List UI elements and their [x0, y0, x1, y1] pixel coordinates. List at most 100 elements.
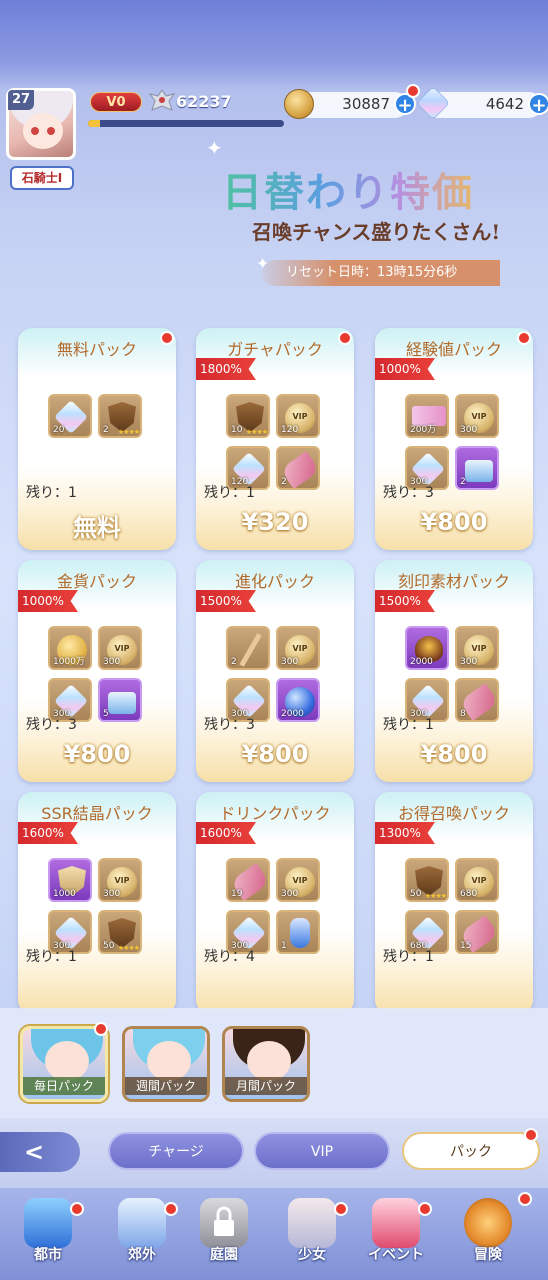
item-quantity: 300	[281, 889, 299, 899]
notification-dot	[518, 1192, 532, 1206]
discount-badge: 1000%	[18, 590, 78, 612]
exp-bar	[88, 120, 284, 127]
item-quantity: 680	[460, 889, 478, 899]
pack-card[interactable]: 進化パック 1500% 2 VIP 300 300 2000 残り：3 ¥800	[196, 560, 354, 782]
reward-item[interactable]: 1000万	[48, 626, 92, 670]
reward-item[interactable]: 10 ★★★★	[226, 394, 270, 438]
subtab-weekly-pack[interactable]: 週間パック	[122, 1026, 210, 1102]
buy-price-button[interactable]: 無料	[18, 508, 176, 543]
girl-portrait-icon	[288, 1198, 336, 1248]
lock-icon	[200, 1198, 248, 1248]
reward-item[interactable]: 2000	[276, 678, 320, 722]
pack-card[interactable]: 無料パック 20 2 ★★★★ 残り：1 無料	[18, 328, 176, 550]
reward-item[interactable]: 50 ★★★★	[98, 910, 142, 954]
nav-adventure[interactable]: 冒険	[448, 1198, 528, 1272]
reward-item[interactable]: 19	[226, 858, 270, 902]
reward-item[interactable]: 2000	[405, 626, 449, 670]
pack-name: 進化パック	[234, 572, 315, 591]
item-quantity: 300	[281, 657, 299, 667]
pack-card[interactable]: 刻印素材パック 1500% 2000 VIP 300 300 8 残り：1 ¥800	[375, 560, 533, 782]
remaining-count: 残り：3	[26, 717, 77, 733]
pack-card[interactable]: 金貨パック 1000% 1000万 VIP 300 300 5 残り：3 ¥800	[18, 560, 176, 782]
coin-counter: 30887 +	[284, 84, 420, 119]
reward-item[interactable]: 2	[455, 446, 499, 490]
chest-icon	[465, 460, 493, 482]
tab-vip[interactable]: VIP	[254, 1132, 390, 1170]
buy-price-button[interactable]: ¥800	[18, 740, 176, 768]
buy-price-button[interactable]: ¥320	[196, 508, 354, 536]
remaining-count: 残り：4	[204, 949, 255, 965]
exp-bar-fill	[88, 120, 100, 127]
avatar-eye	[31, 127, 39, 135]
remaining-count: 残り：1	[383, 949, 434, 965]
item-quantity: 50	[410, 889, 422, 899]
chest-icon	[108, 692, 136, 714]
reward-item[interactable]: 2	[226, 626, 270, 670]
coin-value: 30887	[342, 95, 390, 113]
star-rating-icon: ★★★★	[117, 944, 140, 952]
player-level: 27	[8, 90, 34, 110]
item-quantity: 2000	[410, 657, 433, 667]
reward-item[interactable]: 50 ★★★★	[405, 858, 449, 902]
pack-name: 金貨パック	[56, 572, 137, 591]
item-quantity: 10	[231, 425, 243, 435]
reward-item[interactable]: VIP 300	[455, 394, 499, 438]
reward-item[interactable]: 1000	[48, 858, 92, 902]
sparkle-icon: ✦	[206, 136, 223, 160]
reward-item[interactable]: 1	[276, 910, 320, 954]
notification-dot	[334, 1202, 348, 1216]
reward-item[interactable]: VIP 680	[455, 858, 499, 902]
pack-card[interactable]: お得召喚パック 1300% 50 ★★★★ VIP 680 680 15 残り：1	[375, 792, 533, 1014]
pack-name: 刻印素材パック	[397, 572, 510, 591]
reward-item[interactable]: VIP 120	[276, 394, 320, 438]
vip-level-badge[interactable]: V0	[90, 92, 142, 112]
reward-item[interactable]: 2	[276, 446, 320, 490]
reward-item[interactable]: VIP 300	[276, 626, 320, 670]
power-crest-icon	[148, 89, 176, 111]
discount-badge: 1500%	[375, 590, 435, 612]
discount-badge: 1600%	[18, 822, 78, 844]
buy-price-button[interactable]: ¥800	[375, 508, 533, 536]
reward-item[interactable]: VIP 300	[98, 626, 142, 670]
back-button[interactable]: <	[0, 1132, 80, 1172]
tab-charge[interactable]: チャージ	[108, 1132, 244, 1170]
item-quantity: 200万	[410, 425, 437, 435]
pack-card[interactable]: SSR結晶パック 1600% 1000 VIP 300 300 50 ★★★★ 残り：1	[18, 792, 176, 1014]
reward-item[interactable]: VIP 300	[276, 858, 320, 902]
add-gems-button[interactable]: +	[528, 93, 548, 116]
item-quantity: 50	[103, 941, 115, 951]
buy-price-button[interactable]: ¥800	[196, 740, 354, 768]
notification-dot	[524, 1128, 538, 1142]
pack-name: ガチャパック	[227, 340, 323, 359]
pack-card[interactable]: ドリンクパック 1600% 19 VIP 300 300 1 残り：4	[196, 792, 354, 1014]
top-backdrop	[0, 0, 548, 90]
discount-badge: 1000%	[375, 358, 435, 380]
discount-badge: 1300%	[375, 822, 435, 844]
gem-value: 4642	[485, 95, 524, 113]
item-quantity: 2000	[281, 709, 304, 719]
subtab-label: 月間パック	[225, 1077, 307, 1095]
notification-dot	[406, 84, 420, 98]
remaining-count: 残り：3	[204, 717, 255, 733]
reward-item[interactable]: VIP 300	[98, 858, 142, 902]
reward-item[interactable]: 20	[48, 394, 92, 438]
subtab-monthly-pack[interactable]: 月間パック	[222, 1026, 310, 1102]
reward-item[interactable]: 2 ★★★★	[98, 394, 142, 438]
tab-pack[interactable]: パック	[402, 1132, 540, 1170]
nav-garden[interactable]: 庭園	[184, 1198, 264, 1272]
reward-item[interactable]: 8	[455, 678, 499, 722]
pack-name: お得召喚パック	[397, 804, 510, 823]
notification-dot	[70, 1202, 84, 1216]
gem-counter: 4642 +	[416, 86, 548, 120]
reward-item[interactable]: VIP 300	[455, 626, 499, 670]
buy-price-button[interactable]: ¥800	[375, 740, 533, 768]
pack-card[interactable]: 経験値パック 1000% 200万 VIP 300 300 2 残り：3 ¥800	[375, 328, 533, 550]
subtab-daily-pack[interactable]: 毎日パック	[20, 1026, 108, 1102]
pack-card[interactable]: ガチャパック 1800% 10 ★★★★ VIP 120 120 2 残り：1 ¥320	[196, 328, 354, 550]
nav-label: 庭園	[210, 1247, 238, 1263]
item-quantity: 5	[103, 709, 109, 719]
pack-name: ドリンクパック	[219, 804, 331, 823]
reward-item[interactable]: 15	[455, 910, 499, 954]
reward-item[interactable]: 5	[98, 678, 142, 722]
reward-item[interactable]: 200万	[405, 394, 449, 438]
